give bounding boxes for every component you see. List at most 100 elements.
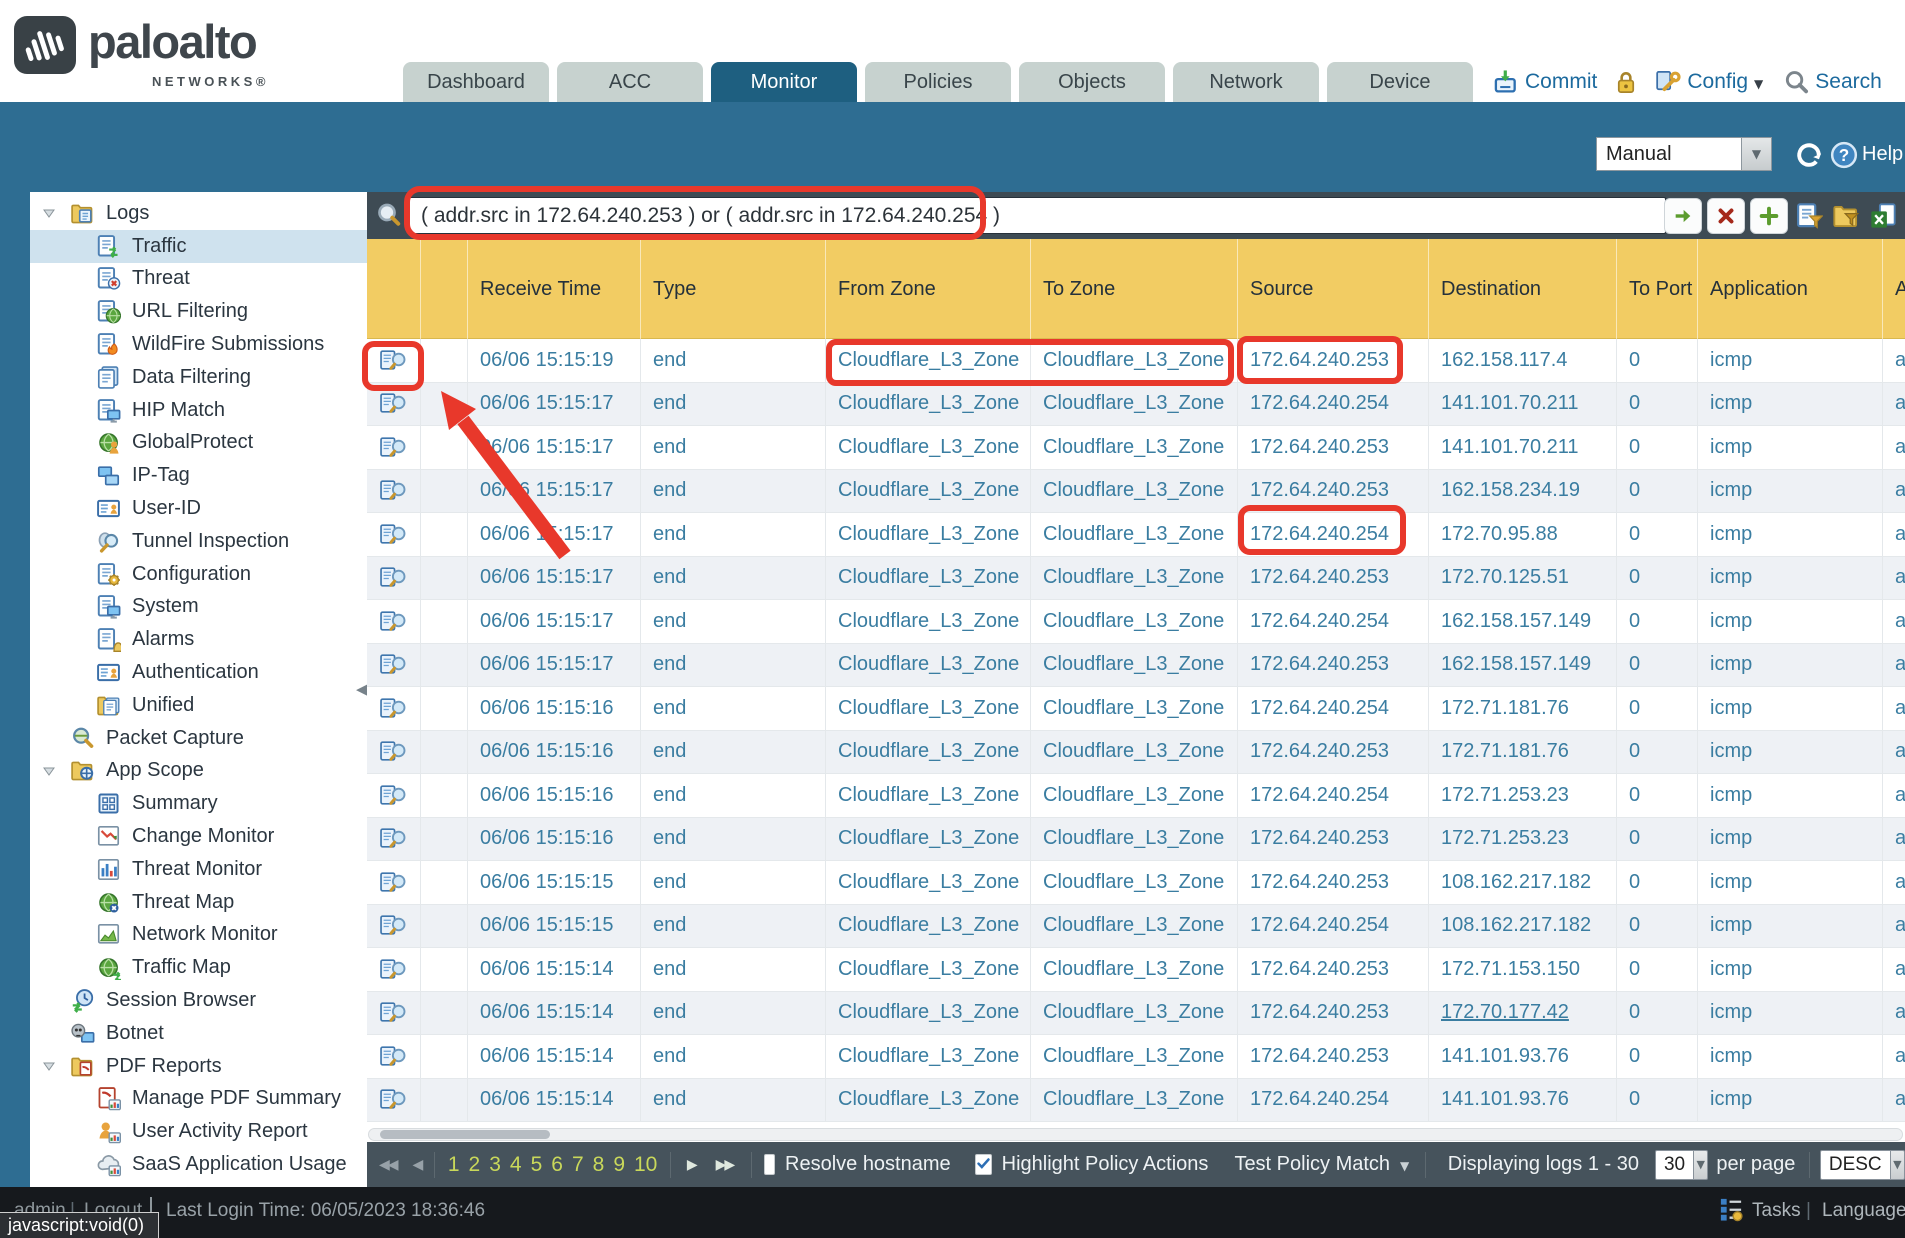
page-number[interactable]: 5 [531, 1153, 543, 1176]
column-header-application[interactable]: Application [1697, 239, 1882, 339]
per-page-select[interactable]: 30 [1655, 1150, 1694, 1180]
lock-icon[interactable] [1613, 69, 1639, 95]
cell-source[interactable]: 172.64.240.253 [1237, 818, 1428, 861]
sidebar-item-authentication[interactable]: Authentication [30, 656, 367, 689]
cell-application[interactable]: icmp [1697, 948, 1882, 991]
tasks-button[interactable]: Tasks [1752, 1200, 1801, 1222]
cell-destination[interactable]: 141.101.93.76 [1428, 1035, 1616, 1078]
log-detail-icon[interactable] [367, 687, 420, 730]
apply-filter-button[interactable] [1664, 198, 1702, 234]
cell-application[interactable]: icmp [1697, 1035, 1882, 1078]
cell-source[interactable]: 172.64.240.253 [1237, 1035, 1428, 1078]
sidebar-item-alarms[interactable]: Alarms [30, 623, 367, 656]
cell-source[interactable]: 172.64.240.254 [1237, 383, 1428, 426]
cell-application[interactable]: icmp [1697, 774, 1882, 817]
cell-application[interactable]: icmp [1697, 644, 1882, 687]
cell-destination[interactable]: 141.101.70.211 [1428, 383, 1616, 426]
sidebar-collapse-handle[interactable]: ◀ [356, 680, 368, 698]
horizontal-scrollbar-thumb[interactable] [380, 1130, 550, 1139]
table-row[interactable]: 06/06 15:15:14endCloudflare_L3_ZoneCloud… [367, 948, 1905, 992]
refresh-icon[interactable] [1793, 139, 1825, 171]
clear-filter-button[interactable] [1707, 198, 1745, 234]
sidebar-item-logs[interactable]: Logs [30, 197, 367, 230]
tasks-icon[interactable] [1718, 1196, 1744, 1222]
page-number[interactable]: 1 [448, 1153, 460, 1176]
cell-destination[interactable]: 162.158.234.19 [1428, 470, 1616, 513]
load-filter-icon[interactable] [1830, 199, 1862, 233]
page-number[interactable]: 4 [510, 1153, 522, 1176]
cell-source[interactable]: 172.64.240.254 [1237, 1079, 1428, 1122]
tab-objects[interactable]: Objects [1019, 62, 1165, 102]
highlight-policy-checkbox[interactable] [975, 1154, 992, 1175]
sidebar-item-session-browser[interactable]: Session Browser [30, 984, 367, 1017]
cell-source[interactable]: 172.64.240.254 [1237, 774, 1428, 817]
page-number[interactable]: 9 [613, 1153, 625, 1176]
column-header-to-zone[interactable]: To Zone [1030, 239, 1237, 339]
cell-destination[interactable]: 172.71.153.150 [1428, 948, 1616, 991]
sidebar-item-configuration[interactable]: Configuration [30, 558, 367, 591]
cell-source[interactable]: 172.64.240.253 [1237, 339, 1428, 382]
last-page-icon[interactable]: ▶▶ [716, 1157, 734, 1173]
sidebar-item-change-monitor[interactable]: Change Monitor [30, 820, 367, 853]
cell-source[interactable]: 172.64.240.254 [1237, 600, 1428, 643]
log-detail-icon[interactable] [367, 861, 420, 904]
commit-icon[interactable] [1493, 69, 1519, 95]
cell-destination[interactable]: 172.70.95.88 [1428, 513, 1616, 556]
table-row[interactable]: 06/06 15:15:17endCloudflare_L3_ZoneCloud… [367, 644, 1905, 688]
sidebar-item-summary[interactable]: Summary [30, 787, 367, 820]
page-number[interactable]: 3 [489, 1153, 501, 1176]
cell-source[interactable]: 172.64.240.253 [1237, 644, 1428, 687]
cell-destination[interactable]: 162.158.117.4 [1428, 339, 1616, 382]
cell-source[interactable]: 172.64.240.253 [1237, 731, 1428, 774]
cell-source[interactable]: 172.64.240.253 [1237, 948, 1428, 991]
cell-source[interactable]: 172.64.240.253 [1237, 426, 1428, 469]
sidebar-item-wildfire-submissions[interactable]: WildFire Submissions [30, 328, 367, 361]
column-header-type[interactable]: Type [640, 239, 825, 339]
page-number[interactable]: 10 [634, 1153, 657, 1176]
refresh-interval-caret-icon[interactable]: ▼ [1742, 137, 1772, 171]
sidebar-item-manage-pdf-summary[interactable]: Manage PDF Summary [30, 1083, 367, 1116]
cell-application[interactable]: icmp [1697, 818, 1882, 861]
language-button[interactable]: Language [1822, 1200, 1905, 1222]
cell-application[interactable]: icmp [1697, 905, 1882, 948]
log-detail-icon[interactable] [367, 1079, 420, 1122]
log-detail-icon[interactable] [367, 992, 420, 1035]
tab-dashboard[interactable]: Dashboard [403, 62, 549, 102]
sidebar-item-botnet[interactable]: Botnet [30, 1017, 367, 1050]
cell-application[interactable]: icmp [1697, 1079, 1882, 1122]
tab-monitor[interactable]: Monitor [711, 62, 857, 102]
table-row[interactable]: 06/06 15:15:14endCloudflare_L3_ZoneCloud… [367, 992, 1905, 1036]
expand-caret-icon[interactable] [42, 1060, 70, 1072]
export-logs-icon[interactable] [1867, 199, 1899, 233]
table-row[interactable]: 06/06 15:15:17endCloudflare_L3_ZoneCloud… [367, 470, 1905, 514]
test-policy-match-button[interactable]: Test Policy Match▼ [1234, 1153, 1409, 1176]
table-row[interactable]: 06/06 15:15:16endCloudflare_L3_ZoneCloud… [367, 687, 1905, 731]
sidebar-item-tunnel-inspection[interactable]: Tunnel Inspection [30, 525, 367, 558]
cell-application[interactable]: icmp [1697, 513, 1882, 556]
table-row[interactable]: 06/06 15:15:16endCloudflare_L3_ZoneCloud… [367, 731, 1905, 775]
sidebar-item-saas-application-usage[interactable]: SaaS Application Usage [30, 1148, 367, 1181]
sidebar-item-unified[interactable]: Unified [30, 689, 367, 722]
sort-order-caret-icon[interactable]: ▼ [1891, 1150, 1905, 1180]
table-row[interactable]: 06/06 15:15:16endCloudflare_L3_ZoneCloud… [367, 818, 1905, 862]
config-button[interactable]: Config [1687, 70, 1748, 94]
page-number[interactable]: 2 [469, 1153, 481, 1176]
search-button[interactable]: Search [1815, 70, 1882, 94]
table-row[interactable]: 06/06 15:15:17endCloudflare_L3_ZoneCloud… [367, 513, 1905, 557]
sort-order-select[interactable]: DESC [1820, 1150, 1891, 1180]
sidebar-item-network-monitor[interactable]: Network Monitor [30, 919, 367, 952]
column-header-destination[interactable]: Destination [1428, 239, 1616, 339]
tab-network[interactable]: Network [1173, 62, 1319, 102]
search-icon[interactable] [1783, 69, 1809, 95]
cell-application[interactable]: icmp [1697, 426, 1882, 469]
add-filter-button[interactable] [1750, 198, 1788, 234]
tab-policies[interactable]: Policies [865, 62, 1011, 102]
sidebar-item-user-activity-report[interactable]: User Activity Report [30, 1115, 367, 1148]
resolve-hostname-checkbox[interactable] [764, 1154, 775, 1175]
log-detail-icon[interactable] [367, 600, 420, 643]
cell-application[interactable]: icmp [1697, 861, 1882, 904]
table-row[interactable]: 06/06 15:15:19endCloudflare_L3_ZoneCloud… [367, 339, 1905, 383]
filter-input[interactable] [408, 197, 1666, 234]
config-icon[interactable] [1655, 69, 1681, 95]
sidebar-item-data-filtering[interactable]: Data Filtering [30, 361, 367, 394]
